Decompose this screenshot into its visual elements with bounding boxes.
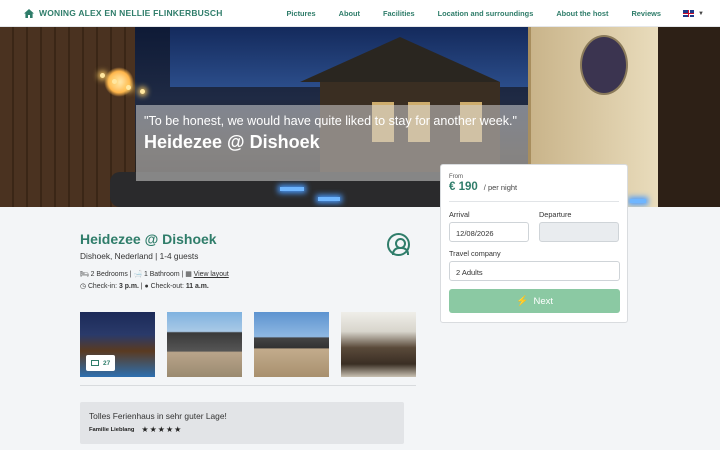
reviewer-name: Familie Lieblang — [89, 426, 135, 433]
language-selector[interactable]: ▼ — [683, 10, 704, 17]
photo-count-badge[interactable]: 27 — [86, 355, 116, 371]
divider — [80, 385, 416, 386]
photo-gallery: 27 — [80, 312, 428, 377]
brand-logo[interactable]: WONING ALEX EN NELLIE FLINKERBUSCH — [24, 8, 223, 18]
bath-icon: 🛁 — [133, 271, 143, 278]
nav-links: Pictures About Facilities Location and s… — [263, 0, 704, 27]
gallery-thumb[interactable]: 27 — [80, 312, 155, 377]
checkout-label: Check-out: — [150, 283, 184, 290]
per-night-label: / per night — [483, 183, 518, 192]
bed-icon: 🛏 — [80, 271, 89, 278]
view-layout-link[interactable]: View layout — [194, 271, 229, 278]
checkin-time: 3 p.m. — [118, 283, 139, 290]
gallery-thumb[interactable] — [167, 312, 242, 377]
hero-title: Heidezee @ Dishoek — [144, 132, 320, 152]
arrival-date-input[interactable]: 12/08/2026 — [449, 222, 529, 242]
price-value: € 190 — [449, 181, 478, 193]
chevron-down-icon: ▼ — [698, 10, 704, 17]
review-text: Tolles Ferienhaus in sehr guter Lage! — [89, 411, 227, 421]
property-title: Heidezee @ Dishoek — [80, 231, 217, 247]
hero-quote: "To be honest, we would have quite liked… — [144, 114, 517, 128]
from-label: From — [449, 174, 463, 180]
property-location: Dishoek, Nederland | 1-4 guests — [80, 251, 199, 261]
booking-card: From € 190 / per night Arrival 12/08/202… — [440, 164, 628, 323]
checkout-time: 11 a.m. — [185, 283, 209, 290]
checkin-label: Check-in: — [87, 283, 118, 290]
nav-pictures[interactable]: Pictures — [286, 9, 315, 18]
nav-about-host[interactable]: About the host — [556, 9, 608, 18]
star-rating: ★★★★★ — [141, 425, 183, 434]
departure-label: Departure — [539, 210, 572, 219]
next-button[interactable]: ⚡ Next — [449, 289, 620, 313]
arrival-label: Arrival — [449, 210, 470, 219]
bedrooms-count: 2 Bedrooms — [90, 271, 128, 278]
nav-reviews[interactable]: Reviews — [631, 9, 661, 18]
top-navbar: WONING ALEX EN NELLIE FLINKERBUSCH Pictu… — [0, 0, 720, 27]
host-user-icon[interactable] — [387, 233, 410, 256]
review-card: Tolles Ferienhaus in sehr guter Lage! Fa… — [80, 402, 404, 444]
property-info: Heidezee @ Dishoek Dishoek, Nederland | … — [80, 231, 420, 293]
images-icon — [91, 360, 99, 366]
nav-location[interactable]: Location and surroundings — [438, 9, 534, 18]
bathroom-count: 1 Bathroom — [143, 271, 180, 278]
clock-filled-icon: ● — [144, 283, 149, 290]
brand-name: WONING ALEX EN NELLIE FLINKERBUSCH — [39, 8, 223, 18]
departure-date-input[interactable] — [539, 222, 619, 242]
layout-icon: ▦ — [185, 271, 192, 278]
bolt-icon: ⚡ — [516, 295, 529, 307]
gallery-thumb[interactable] — [341, 312, 416, 377]
home-icon — [24, 8, 34, 18]
travel-company-select[interactable]: 2 Adults — [449, 261, 620, 281]
next-button-label: Next — [533, 295, 553, 307]
property-facts: 🛏 2 Bedrooms | 🛁 1 Bathroom | ▦ View lay… — [80, 271, 229, 290]
uk-flag-icon — [683, 10, 695, 17]
photo-count: 27 — [103, 359, 111, 367]
gallery-thumb[interactable] — [254, 312, 329, 377]
clock-icon: ◷ — [80, 283, 87, 290]
nav-facilities[interactable]: Facilities — [383, 9, 415, 18]
travel-company-label: Travel company — [449, 249, 501, 258]
nav-about[interactable]: About — [339, 9, 360, 18]
divider — [449, 201, 619, 202]
